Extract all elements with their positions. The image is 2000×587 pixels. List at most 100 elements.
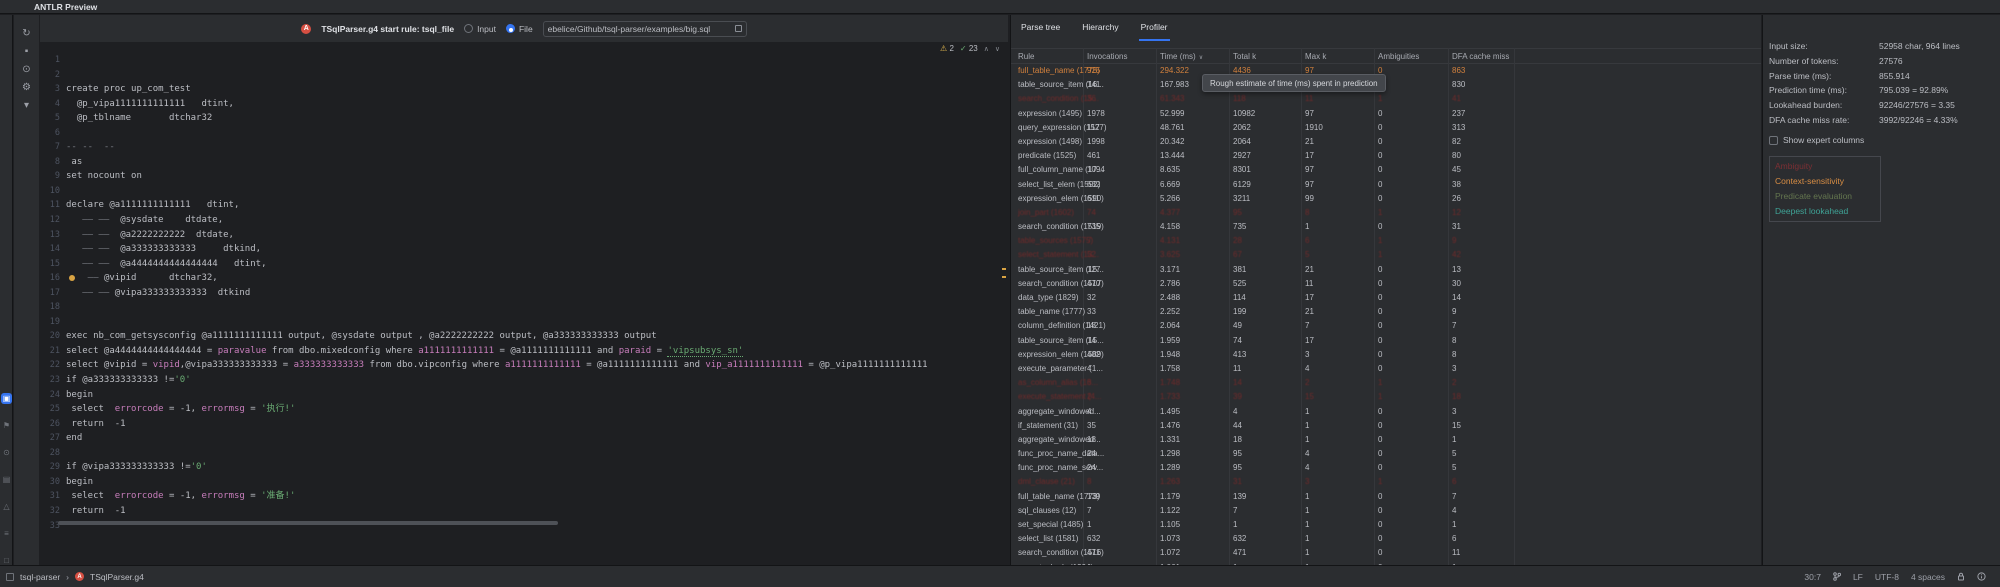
code-line[interactable]: 24begin bbox=[40, 388, 1008, 403]
table-row[interactable]: expression_elem (1589)4021.948413308 bbox=[1011, 348, 1761, 362]
pin-icon[interactable]: ▾ bbox=[19, 98, 34, 113]
table-row[interactable]: expression (1498)199820.342206421082 bbox=[1011, 135, 1761, 149]
structure-icon[interactable]: ▤ bbox=[1, 474, 12, 485]
code-line[interactable]: 7-- -- -- bbox=[40, 140, 1008, 155]
table-row[interactable]: if_statement (31)351.476441015 bbox=[1011, 419, 1761, 433]
code-line[interactable]: 1 bbox=[40, 53, 1008, 68]
table-row[interactable]: join_part (1602)744.377958112 bbox=[1011, 206, 1761, 220]
code-line[interactable]: 8 as bbox=[40, 155, 1008, 170]
code-line[interactable]: 20exec nb_com_getsysconfig @a11111111111… bbox=[40, 329, 1008, 344]
refresh-icon[interactable]: ↻ bbox=[19, 26, 34, 41]
locate-icon[interactable]: ⊙ bbox=[19, 62, 34, 77]
breadcrumb-file[interactable]: TSqlParser.g4 bbox=[90, 572, 144, 582]
bookmarks-icon[interactable]: ⚑ bbox=[1, 420, 12, 431]
column-header[interactable]: Rule bbox=[1011, 52, 1083, 61]
code-line[interactable]: 29if @vipa333333333333 !='0' bbox=[40, 460, 1008, 475]
file-radio[interactable]: File bbox=[506, 24, 533, 34]
table-row[interactable]: set_special (1485)11.1051101 bbox=[1011, 518, 1761, 532]
table-row[interactable]: expression_elem (1590)6115.266321199026 bbox=[1011, 192, 1761, 206]
breadcrumb-project[interactable]: tsql-parser bbox=[20, 572, 60, 582]
caret-position[interactable]: 30:7 bbox=[1804, 572, 1821, 582]
table-row[interactable]: predicate (1525)46113.444292717080 bbox=[1011, 149, 1761, 163]
line-ending-selector[interactable]: LF bbox=[1853, 572, 1863, 582]
git-branch-icon[interactable] bbox=[1833, 572, 1841, 581]
input-radio[interactable]: Input bbox=[464, 24, 496, 34]
table-row[interactable]: query_expression (1527)11748.76120621910… bbox=[1011, 121, 1761, 135]
table-row[interactable]: table_source_item (15...1273.17138121013 bbox=[1011, 263, 1761, 277]
horizontal-scrollbar[interactable] bbox=[58, 521, 558, 525]
table-row[interactable]: dml_clause (21)81.26331316 bbox=[1011, 475, 1761, 489]
table-row[interactable]: select_list_elem (1592)6326.669612997038 bbox=[1011, 178, 1761, 192]
problems-icon[interactable]: △ bbox=[1, 501, 12, 512]
tab-parse-tree[interactable]: Parse tree bbox=[1019, 15, 1062, 41]
table-row[interactable]: expression (1495)197852.99910982970237 bbox=[1011, 107, 1761, 121]
code-line[interactable]: 16 —— @vipid dtchar32, bbox=[40, 271, 1008, 286]
code-line[interactable]: 9set nocount on bbox=[40, 169, 1008, 184]
code-line[interactable]: 23if @a333333333333 !='0' bbox=[40, 373, 1008, 388]
inspection-widget[interactable]: ⚠ 2 ✓ 23 ∧ ∨ bbox=[940, 44, 1000, 53]
code-line[interactable]: 6 bbox=[40, 126, 1008, 141]
table-row[interactable]: full_table_name (1773)1391.179139107 bbox=[1011, 490, 1761, 504]
code-line[interactable]: 17 —— —— @vipa333333333333 dtkind bbox=[40, 286, 1008, 301]
table-row[interactable]: data_type (1829)322.48811417014 bbox=[1011, 291, 1761, 305]
table-row[interactable]: search_condition (1516)4711.0724711011 bbox=[1011, 546, 1761, 560]
table-row[interactable]: execute_statement (4...21.7333915118 bbox=[1011, 390, 1761, 404]
breadcrumb[interactable]: tsql-parser › A TSqlParser.g4 bbox=[6, 572, 144, 582]
indent-selector[interactable]: 4 spaces bbox=[1911, 572, 1945, 582]
radio-circle-icon[interactable] bbox=[464, 24, 473, 33]
code-line[interactable]: 22select @vipid = vipid,@vipa33333333333… bbox=[40, 358, 1008, 373]
passed-count[interactable]: 23 bbox=[969, 44, 978, 53]
code-line[interactable]: 18 bbox=[40, 300, 1008, 315]
column-header[interactable]: Ambiguities bbox=[1374, 52, 1448, 61]
table-row[interactable]: full_table_name (1775)925294.32244369708… bbox=[1011, 64, 1761, 78]
code-line[interactable]: 14 —— —— @a333333333333 dtkind, bbox=[40, 242, 1008, 257]
tab-hierarchy[interactable]: Hierarchy bbox=[1080, 15, 1120, 41]
table-row[interactable]: search_condition (15...3661.34311811141 bbox=[1011, 92, 1761, 106]
antlr-preview-tool-icon[interactable]: ▣ bbox=[1, 393, 12, 404]
code-line[interactable]: 2 bbox=[40, 68, 1008, 83]
file-path-value[interactable]: ebelice/Github/tsql-parser/examples/big.… bbox=[548, 24, 731, 34]
table-row[interactable]: sql_clauses (12)71.1227104 bbox=[1011, 504, 1761, 518]
next-problem-icon[interactable]: ∨ bbox=[995, 45, 1000, 53]
code-line[interactable]: 31 select errorcode = -1, errormsg = '准备… bbox=[40, 489, 1008, 504]
column-header[interactable]: Time (ms)∨ bbox=[1156, 52, 1229, 61]
table-row[interactable]: table_name (1777)332.2521992109 bbox=[1011, 305, 1761, 319]
column-header[interactable]: DFA cache miss bbox=[1448, 52, 1514, 61]
lock-icon[interactable] bbox=[1957, 572, 1965, 581]
table-row[interactable]: full_column_name (17...10948.63583019704… bbox=[1011, 163, 1761, 177]
notifications-icon[interactable] bbox=[1977, 572, 1986, 581]
code-line[interactable]: 10 bbox=[40, 184, 1008, 199]
code-line[interactable]: 30begin bbox=[40, 475, 1008, 490]
find-icon[interactable]: ⊙ bbox=[1, 447, 12, 458]
terminal-icon[interactable]: ≡ bbox=[1, 528, 12, 539]
table-row[interactable]: table_sources (1575)74.13128619 bbox=[1011, 234, 1761, 248]
table-row[interactable]: table_source_item (15...141.959741708 bbox=[1011, 334, 1761, 348]
column-header[interactable]: Invocations bbox=[1083, 52, 1156, 61]
code-line[interactable]: 3create proc up_com_test bbox=[40, 82, 1008, 97]
code-line[interactable]: 15 —— —— @a4444444444444444 dtint, bbox=[40, 257, 1008, 272]
table-row[interactable]: func_proc_name_serv...241.28995405 bbox=[1011, 461, 1761, 475]
column-header[interactable]: Total k bbox=[1229, 52, 1301, 61]
code-line[interactable]: 26 return -1 bbox=[40, 417, 1008, 432]
code-line[interactable]: 28 bbox=[40, 446, 1008, 461]
table-row[interactable]: aggregate_windowed...41.4954103 bbox=[1011, 405, 1761, 419]
table-row[interactable]: select_list (1581)6321.073632106 bbox=[1011, 532, 1761, 546]
table-row[interactable]: as_column_alias (16...31.74814212 bbox=[1011, 376, 1761, 390]
code-line[interactable]: 4 @p_vipa1111111111111 dtint, bbox=[40, 97, 1008, 112]
code-line[interactable]: 25 select errorcode = -1, errormsg = '执行… bbox=[40, 402, 1008, 417]
table-row[interactable]: search_condition (1519)7354.1587351031 bbox=[1011, 220, 1761, 234]
file-path-input[interactable]: ebelice/Github/tsql-parser/examples/big.… bbox=[543, 21, 747, 37]
code-line[interactable]: 27end bbox=[40, 431, 1008, 446]
table-row[interactable]: aggregate_windowed...181.33118101 bbox=[1011, 433, 1761, 447]
settings-icon[interactable]: ⚙ bbox=[19, 80, 34, 95]
table-row[interactable]: table_source_item (16...141167.983179521… bbox=[1011, 78, 1761, 92]
radio-selected-icon[interactable] bbox=[506, 24, 515, 33]
warning-count[interactable]: 2 bbox=[949, 44, 953, 53]
encoding-selector[interactable]: UTF-8 bbox=[1875, 572, 1899, 582]
code-line[interactable]: 5 @p_tblname dtchar32 bbox=[40, 111, 1008, 126]
column-header[interactable]: Max k bbox=[1301, 52, 1374, 61]
code-line[interactable]: 13 —— —— @a2222222222 dtdate, bbox=[40, 228, 1008, 243]
table-row[interactable]: select_statement (13...523.625675142 bbox=[1011, 248, 1761, 262]
table-row[interactable]: column_definition (1421)182.06449707 bbox=[1011, 319, 1761, 333]
table-row[interactable]: func_proc_name_data...241.29895405 bbox=[1011, 447, 1761, 461]
